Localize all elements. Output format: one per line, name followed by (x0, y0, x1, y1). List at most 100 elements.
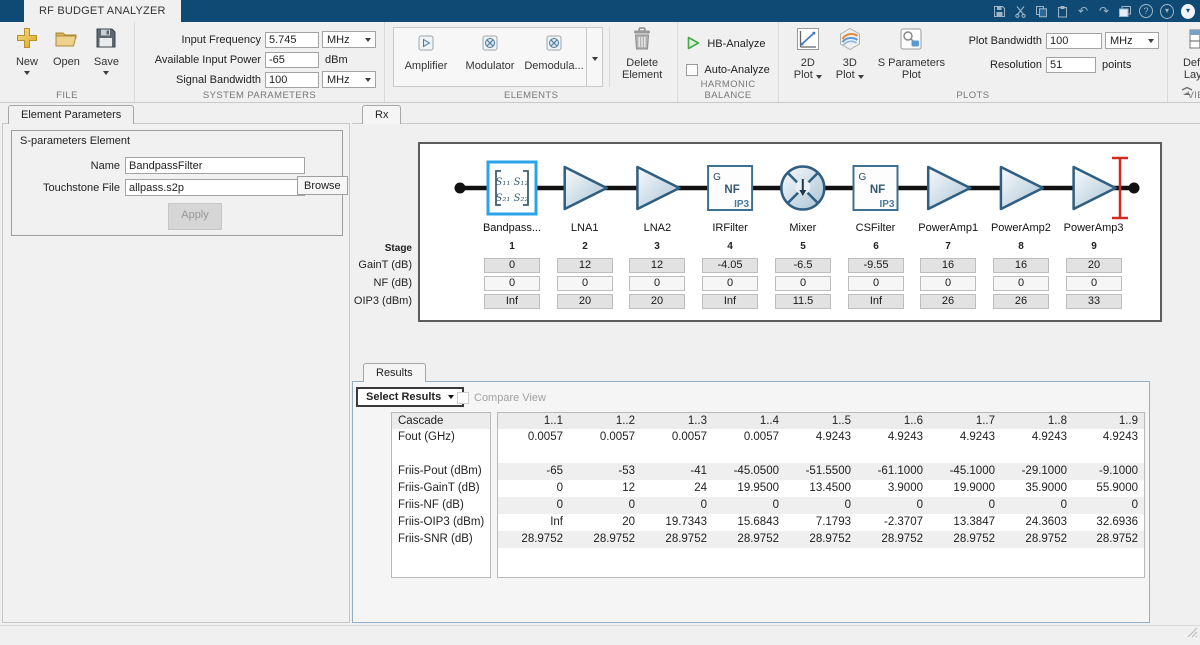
stage-nf-field[interactable]: 0 (775, 276, 831, 291)
chain-element-LNA2[interactable]: LNA2 (637, 167, 679, 234)
resolution-field[interactable] (1046, 57, 1096, 73)
dropdown-icon[interactable]: ▾ (1160, 4, 1174, 18)
resize-grip[interactable] (1186, 625, 1198, 643)
compare-view-checkbox[interactable] (457, 392, 469, 404)
tab-element-parameters[interactable]: Element Parameters (8, 105, 134, 124)
signal-bandwidth-unit: MHz (327, 74, 350, 86)
stage-gain-field[interactable]: -6.5 (775, 258, 831, 273)
signal-bandwidth-unit-dropdown[interactable]: MHz (322, 71, 376, 88)
select-results-dropdown[interactable]: Select Results (356, 387, 464, 407)
collapse-ribbon-button[interactable] (1181, 87, 1193, 99)
gallery-expand-button[interactable] (586, 28, 602, 86)
svg-text:S₂₁ S₂₂: S₂₁ S₂₂ (496, 193, 529, 204)
stage-oip3-field[interactable]: Inf (848, 294, 904, 309)
compare-view-control[interactable]: Compare View (457, 392, 546, 404)
chevron-down-icon (448, 395, 454, 399)
s-parameters-plot-icon (899, 27, 923, 54)
chain-element-CSFilter[interactable]: GNFIP3CSFilter (854, 166, 898, 234)
stage-gain-field[interactable]: 12 (629, 258, 685, 273)
chain-element-PowerAmp2[interactable]: PowerAmp2 (991, 167, 1051, 234)
stage-gain-field[interactable]: -4.05 (702, 258, 758, 273)
stage-oip3-field[interactable]: 26 (920, 294, 976, 309)
stage-gain-field[interactable]: 16 (920, 258, 976, 273)
stage-gain-field[interactable]: 16 (993, 258, 1049, 273)
chain-element-PowerAmp1[interactable]: PowerAmp1 (918, 167, 978, 234)
stage-nf-field[interactable]: 0 (1066, 276, 1122, 291)
paste-icon[interactable] (1055, 4, 1069, 18)
group-title: S-parameters Element (20, 135, 130, 147)
tab-results[interactable]: Results (363, 363, 426, 382)
name-label: Name (20, 160, 120, 172)
undo-icon[interactable]: ↶ (1076, 4, 1090, 18)
stage-column-2: 2 12 0 20 (557, 241, 613, 309)
plot-bandwidth-unit-dropdown[interactable]: MHz (1105, 32, 1159, 49)
stage-oip3-field[interactable]: Inf (702, 294, 758, 309)
delete-element-button[interactable]: Delete Element (615, 25, 669, 89)
copy-icon[interactable] (1034, 4, 1048, 18)
stage-oip3-field[interactable]: 20 (629, 294, 685, 309)
save-dropdown-caret[interactable] (103, 71, 109, 75)
stage-gain-field[interactable]: 0 (484, 258, 540, 273)
stage-gain-field[interactable]: 12 (557, 258, 613, 273)
s-parameters-plot-button[interactable]: S Parameters Plot (871, 27, 952, 91)
input-frequency-field[interactable] (265, 32, 319, 48)
chain-element-Bandpass...[interactable]: S₁₁ S₁₂S₂₁ S₂₂Bandpass... (483, 162, 541, 234)
results-cell: -65 (497, 463, 569, 480)
cut-icon[interactable] (1013, 4, 1027, 18)
redo-icon[interactable]: ↷ (1097, 4, 1111, 18)
plots-section-label: PLOTS (779, 90, 1167, 101)
stage-nf-field[interactable]: 0 (993, 276, 1049, 291)
save-icon[interactable] (992, 4, 1006, 18)
stage-number: 2 (557, 241, 613, 255)
stage-oip3-field[interactable]: 33 (1066, 294, 1122, 309)
signal-bandwidth-field[interactable] (265, 72, 319, 88)
save-button[interactable]: Save (87, 26, 126, 90)
chain-element-IRFilter[interactable]: GNFIP3IRFilter (708, 166, 752, 234)
2d-plot-button[interactable]: 2D Plot (787, 27, 829, 91)
plot-bandwidth-field[interactable] (1046, 33, 1102, 49)
touchstone-file-field[interactable] (125, 179, 305, 196)
modulator-gallery-button[interactable]: Modulator (458, 28, 522, 86)
results-column-header: 1..3 (641, 412, 713, 429)
stage-gain-field[interactable]: -9.55 (848, 258, 904, 273)
demodulator-gallery-button[interactable]: Demodula... (522, 28, 586, 86)
auto-analyze-checkbox[interactable] (686, 64, 698, 76)
menu-dropdown-icon[interactable]: ▾ (1181, 4, 1195, 18)
hb-analyze-button[interactable]: HB-Analyze (686, 34, 769, 54)
stage-nf-field[interactable]: 0 (557, 276, 613, 291)
stage-nf-field[interactable]: 0 (629, 276, 685, 291)
default-layout-button[interactable]: Default Layout (1176, 27, 1200, 91)
input-frequency-unit-dropdown[interactable]: MHz (322, 31, 376, 48)
chain-element-PowerAmp3[interactable]: PowerAmp3 (1064, 167, 1124, 234)
open-button[interactable]: Open (46, 26, 87, 90)
3d-plot-button[interactable]: 3D Plot (829, 27, 871, 91)
stage-oip3-field[interactable]: 26 (993, 294, 1049, 309)
stage-nf-field[interactable]: 0 (702, 276, 758, 291)
help-icon[interactable]: ? (1139, 4, 1153, 18)
window-icon[interactable] (1118, 4, 1132, 18)
tab-rx[interactable]: Rx (362, 105, 401, 124)
results-column-header: 1..4 (713, 412, 785, 429)
amplifier-gallery-button[interactable]: Amplifier (394, 28, 458, 86)
available-input-power-field[interactable] (265, 52, 319, 68)
stage-gain-field[interactable]: 20 (1066, 258, 1122, 273)
auto-analyze-checkbox-row[interactable]: Auto-Analyze (686, 60, 769, 80)
app-ribbon-tab[interactable]: RF BUDGET ANALYZER (24, 0, 181, 22)
stage-oip3-field[interactable]: 20 (557, 294, 613, 309)
new-button[interactable]: New (8, 26, 46, 90)
hb-analyze-label: HB-Analyze (707, 38, 765, 50)
chain-element-LNA1[interactable]: LNA1 (565, 167, 607, 234)
element-name-field[interactable] (125, 157, 305, 174)
browse-button[interactable]: Browse (297, 176, 348, 195)
results-cell: -61.1000 (857, 463, 929, 480)
chevron-down-icon (365, 38, 371, 42)
apply-button[interactable]: Apply (168, 203, 222, 230)
stage-oip3-field[interactable]: Inf (484, 294, 540, 309)
results-cell: -2.3707 (857, 514, 929, 531)
stage-nf-field[interactable]: 0 (484, 276, 540, 291)
stage-nf-field[interactable]: 0 (848, 276, 904, 291)
stage-oip3-field[interactable]: 11.5 (775, 294, 831, 309)
new-dropdown-caret[interactable] (24, 71, 30, 75)
chain-element-Mixer[interactable]: Mixer (781, 167, 824, 235)
stage-nf-field[interactable]: 0 (920, 276, 976, 291)
